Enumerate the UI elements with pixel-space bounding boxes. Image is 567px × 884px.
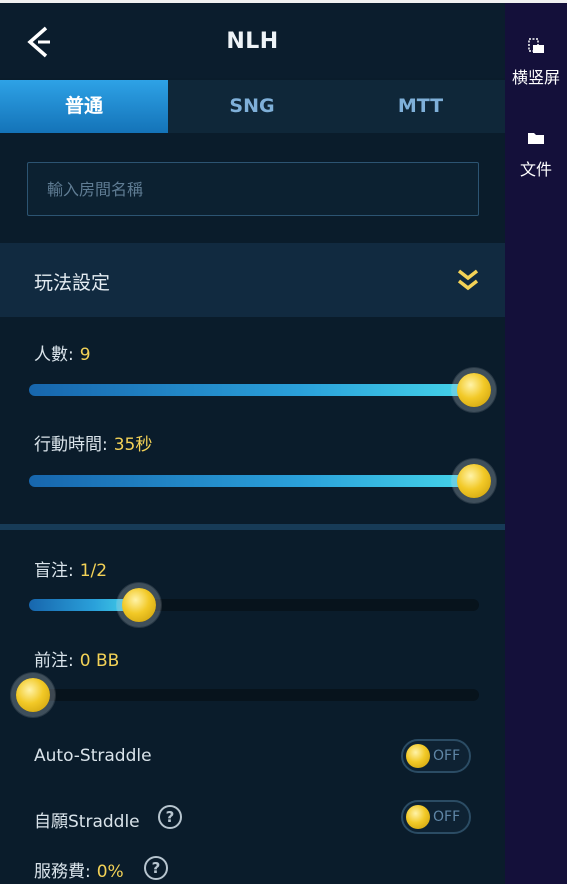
service-fee-label-text: 服務費: — [34, 862, 91, 882]
players-label-text: 人數: — [34, 345, 74, 365]
players-value: 9 — [79, 345, 91, 365]
players-slider-fill — [29, 384, 479, 396]
nlh-settings-panel: NLH 普通 SNG MTT 玩法設定 人數:9 行動時間:35秒 盲注:1/2 — [0, 0, 505, 884]
tab-mtt[interactable]: MTT — [336, 80, 505, 133]
top-edge — [0, 0, 567, 3]
voluntary-straddle-help-icon[interactable]: ? — [158, 805, 182, 829]
ante-slider[interactable] — [29, 689, 479, 701]
players-label: 人數: 9 — [34, 340, 91, 365]
voluntary-straddle-toggle-state: OFF — [433, 809, 461, 825]
files-label: 文件 — [519, 160, 552, 179]
ante-label-text: 前注: — [34, 651, 74, 671]
voluntary-straddle-label: 自願Straddle — [34, 812, 140, 832]
tab-regular[interactable]: 普通 — [0, 80, 168, 133]
players-slider[interactable] — [29, 384, 479, 396]
auto-straddle-toggle[interactable]: OFF — [401, 739, 471, 773]
blinds-label: 盲注: 1/2 — [34, 556, 107, 581]
room-name-field — [27, 162, 479, 216]
voluntary-straddle-toggle-knob — [406, 805, 430, 829]
players-slider-handle[interactable] — [457, 373, 491, 407]
blinds-value: 1/2 — [79, 561, 108, 581]
side-toolbar: 横竖屏 文件 — [505, 0, 567, 884]
service-fee-value: 0% — [96, 862, 124, 882]
orientation-icon — [528, 38, 544, 53]
action-time-slider[interactable] — [29, 475, 479, 487]
blinds-slider-fill — [29, 599, 137, 611]
service-fee-help-icon[interactable]: ? — [144, 856, 168, 880]
tab-sng[interactable]: SNG — [168, 80, 336, 133]
section-divider — [0, 524, 505, 530]
ante-value: 0 BB — [79, 651, 120, 671]
orientation-label: 横竖屏 — [511, 68, 560, 87]
game-type-tabs: 普通 SNG MTT — [0, 80, 505, 133]
chevron-double-down-icon[interactable] — [454, 266, 482, 294]
action-time-slider-fill — [29, 475, 479, 487]
header: NLH — [0, 3, 505, 78]
files-button[interactable]: 文件 — [505, 128, 567, 180]
voluntary-straddle-toggle[interactable]: OFF — [401, 800, 471, 834]
ante-label: 前注: 0 BB — [34, 646, 119, 671]
action-time-label-text: 行動時間: — [34, 435, 108, 455]
gameplay-settings-header[interactable]: 玩法設定 — [0, 243, 505, 317]
auto-straddle-label: Auto-Straddle — [34, 746, 152, 766]
room-name-input[interactable] — [28, 163, 478, 215]
blinds-label-text: 盲注: — [34, 561, 74, 581]
service-fee-label: 服務費: 0% — [34, 857, 124, 882]
blinds-slider[interactable] — [29, 599, 479, 611]
auto-straddle-toggle-knob — [406, 744, 430, 768]
section-title: 玩法設定 — [34, 272, 111, 294]
folder-icon — [528, 133, 544, 144]
action-time-label: 行動時間: 35秒 — [34, 430, 152, 455]
blinds-slider-handle[interactable] — [121, 588, 156, 622]
action-time-value: 35秒 — [113, 435, 153, 455]
page-title: NLH — [226, 29, 279, 54]
action-time-slider-handle[interactable] — [457, 464, 491, 498]
auto-straddle-toggle-state: OFF — [433, 748, 461, 764]
ante-slider-handle[interactable] — [16, 678, 50, 712]
orientation-button[interactable]: 横竖屏 — [505, 36, 567, 88]
